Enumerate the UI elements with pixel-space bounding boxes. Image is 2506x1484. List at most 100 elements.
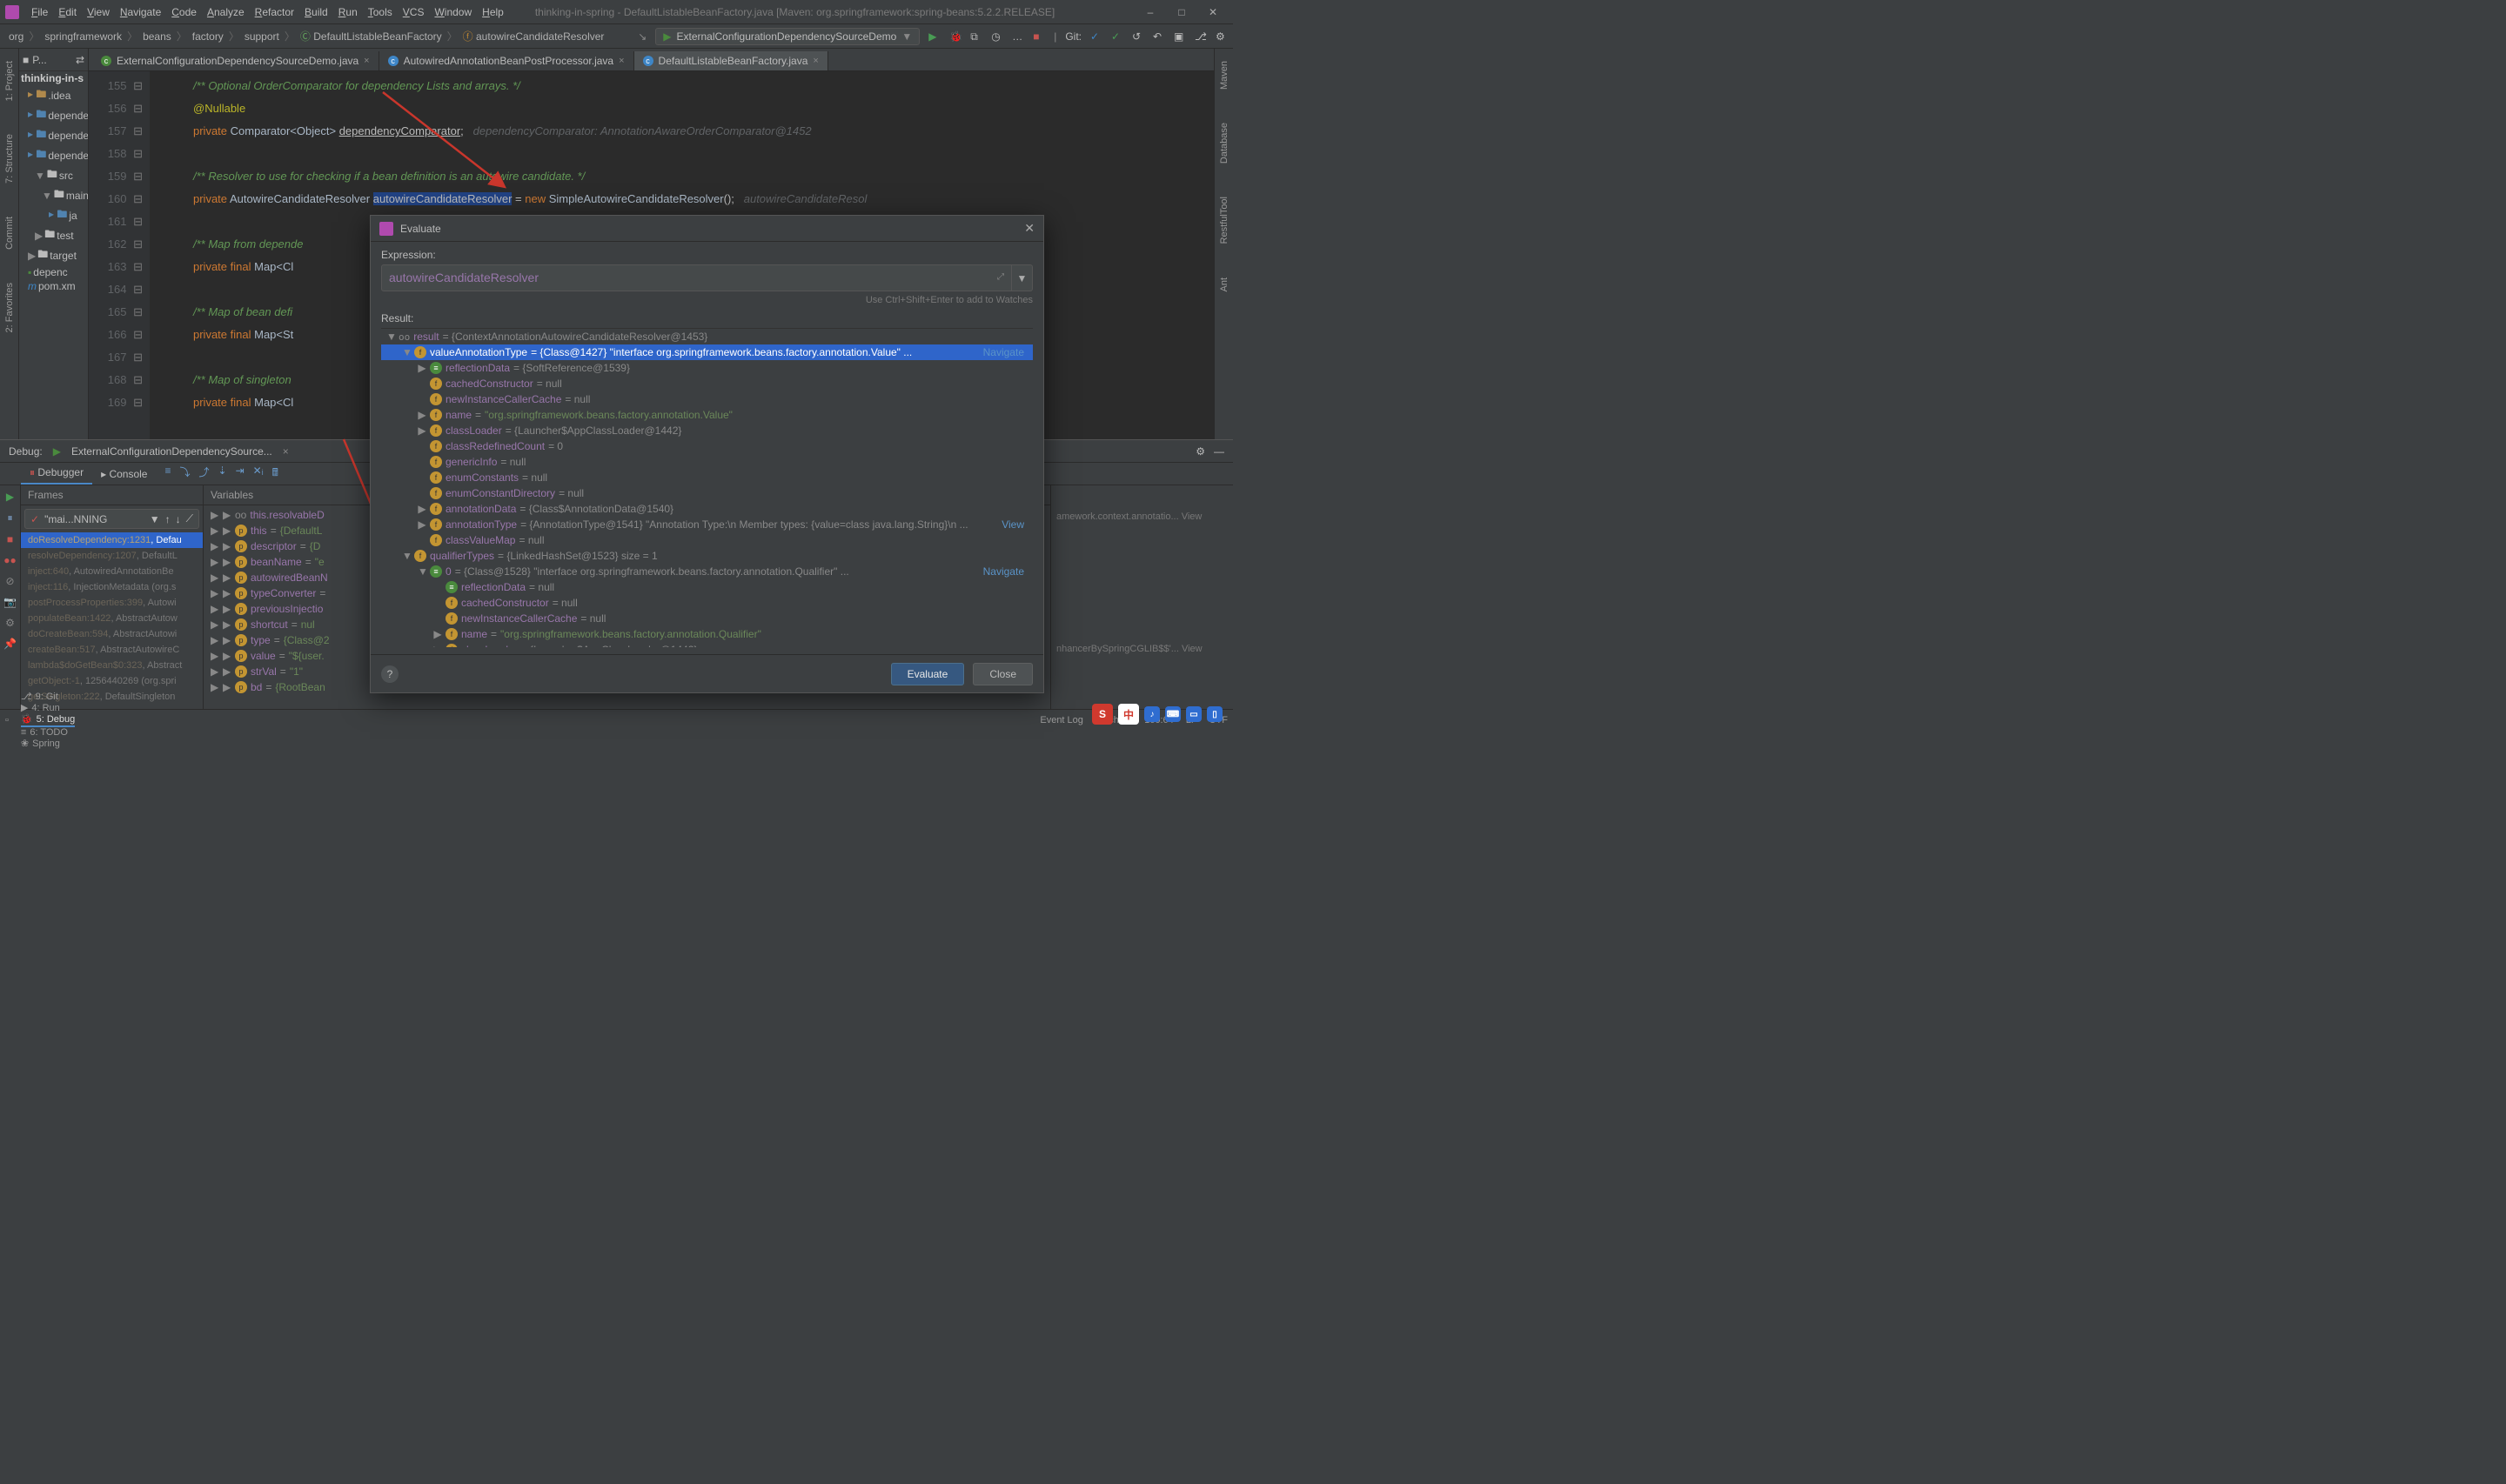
rail-7--structure[interactable]: 7: Structure <box>4 130 15 187</box>
menu-edit[interactable]: Edit <box>53 6 82 18</box>
stack-frame[interactable]: resolveDependency:1207, DefaultL <box>21 548 203 564</box>
tray-icon[interactable]: ♪ <box>1144 706 1160 722</box>
event-log[interactable]: Event Log <box>1040 715 1083 725</box>
result-node[interactable]: f classRedefinedCount = 0 <box>381 438 1033 454</box>
result-node[interactable]: f enumConstantDirectory = null <box>381 485 1033 501</box>
result-node[interactable]: f genericInfo = null <box>381 454 1033 470</box>
result-node[interactable]: ▶f annotationType = {AnnotationType@1541… <box>381 517 1033 532</box>
tree-row[interactable]: ▸ 🖿 ja <box>19 205 88 225</box>
debugger-tab[interactable]: ⏸ Debugger <box>21 463 92 485</box>
eval-icon[interactable]: 🖩 <box>272 465 278 483</box>
history-icon[interactable]: ▣ <box>1174 30 1186 43</box>
search-icon[interactable]: ⚙ <box>1216 30 1228 43</box>
result-node[interactable]: f classValueMap = null <box>381 532 1033 548</box>
status-spring[interactable]: ❀ Spring <box>21 738 75 749</box>
dialog-close-icon[interactable]: ✕ <box>1024 221 1035 236</box>
step-out-icon[interactable]: ⤴ <box>199 465 210 483</box>
menu-help[interactable]: Help <box>477 6 509 18</box>
attach-icon[interactable]: … <box>1012 30 1024 43</box>
stack-frame[interactable]: inject:116, InjectionMetadata (org.s <box>21 579 203 595</box>
status-4--run[interactable]: ▶ 4: Run <box>21 702 75 713</box>
rail-1--project[interactable]: 1: Project <box>4 57 15 104</box>
pin-icon[interactable]: 📌 <box>3 638 17 650</box>
breadcrumb[interactable]: beans <box>139 30 175 43</box>
stack-frame[interactable]: lambda$doGetBean$0:323, Abstract <box>21 658 203 673</box>
resume-icon[interactable]: ▶ <box>6 491 14 503</box>
result-node[interactable]: ▶f classLoader = {Launcher$AppClassLoade… <box>381 423 1033 438</box>
stack-frame[interactable]: getObject:-1, 1256440269 (org.spri <box>21 673 203 689</box>
rail-restfultool[interactable]: RestfulTool <box>1219 193 1230 247</box>
drop-frame-icon[interactable]: ✕ᵢ <box>253 465 264 483</box>
result-node[interactable]: f newInstanceCallerCache = null <box>381 611 1033 626</box>
force-step-icon[interactable]: ⇣ <box>218 465 227 483</box>
result-node[interactable]: f cachedConstructor = null <box>381 595 1033 611</box>
run-cursor-icon[interactable]: ⇥ <box>236 465 245 483</box>
tree-row[interactable]: ▸ 🖿 depende <box>19 105 88 125</box>
status-9--git[interactable]: ⎇ 9: Git <box>21 691 75 702</box>
mute-bp-icon[interactable]: ⊘ <box>5 575 14 587</box>
close-dialog-button[interactable]: Close <box>973 663 1033 685</box>
stack-frame[interactable]: inject:640, AutowiredAnnotationBe <box>21 564 203 579</box>
status-5--debug[interactable]: 🐞 5: Debug <box>21 713 75 727</box>
revert-icon[interactable]: ↶ <box>1153 30 1165 43</box>
minimize-button[interactable]: – <box>1144 6 1156 18</box>
breadcrumb[interactable]: factory <box>189 30 227 43</box>
result-node[interactable]: ▼f qualifierTypes = {LinkedHashSet@1523}… <box>381 548 1033 564</box>
result-node[interactable]: ≡ reflectionData = null <box>381 579 1033 595</box>
menu-navigate[interactable]: Navigate <box>115 6 166 18</box>
result-node[interactable]: ▶f name = "org.springframework.beans.fac… <box>381 407 1033 423</box>
project-tree[interactable]: ■P...⇄ thinking-in-s▸ 🖿 .idea▸ 🖿 depende… <box>19 49 89 439</box>
result-node[interactable]: ▼oo result = {ContextAnnotationAutowireC… <box>381 329 1033 344</box>
maximize-button[interactable]: □ <box>1176 6 1188 18</box>
update-icon[interactable]: ↺ <box>1132 30 1144 43</box>
tree-row[interactable]: ▶ 🖿 test <box>19 225 88 245</box>
profile-icon[interactable]: ◷ <box>991 30 1003 43</box>
evaluate-button[interactable]: Evaluate <box>891 663 965 685</box>
result-node[interactable]: ▶f name = "org.springframework.beans.fac… <box>381 626 1033 642</box>
menu-refactor[interactable]: Refactor <box>250 6 299 18</box>
tree-row[interactable]: ▸ 🖿 dependen <box>19 125 88 145</box>
rail-2--favorites[interactable]: 2: Favorites <box>4 279 15 336</box>
editor-tab[interactable]: cExternalConfigurationDependencySourceDe… <box>92 51 379 70</box>
result-node[interactable]: f enumConstants = null <box>381 470 1033 485</box>
get-thread-dump-icon[interactable]: 📷 <box>3 596 17 608</box>
menu-code[interactable]: Code <box>166 6 202 18</box>
stack-frame[interactable]: postProcessProperties:399, Autowi <box>21 595 203 611</box>
stack-frame[interactable]: createBean:517, AbstractAutowireC <box>21 642 203 658</box>
rail-maven[interactable]: Maven <box>1219 57 1230 93</box>
pause-icon[interactable]: ⏸ <box>7 511 12 525</box>
tree-row[interactable]: ▸ 🖿 dependen <box>19 145 88 165</box>
result-node[interactable]: f newInstanceCallerCache = null <box>381 391 1033 407</box>
breadcrumb[interactable]: support <box>241 30 283 43</box>
menu-view[interactable]: View <box>82 6 115 18</box>
debug-icon[interactable]: 🐞 <box>949 30 962 43</box>
stack-frame[interactable]: doResolveDependency:1231, Defau <box>21 532 203 548</box>
result-node[interactable]: f cachedConstructor = null <box>381 376 1033 391</box>
tree-row[interactable]: m pom.xm <box>19 279 88 293</box>
stack-frame[interactable]: doCreateBean:594, AbstractAutowi <box>21 626 203 642</box>
settings-icon[interactable]: ⚙ <box>5 617 15 629</box>
editor-tab[interactable]: cAutowiredAnnotationBeanPostProcessor.ja… <box>379 51 634 70</box>
rail-commit[interactable]: Commit <box>4 213 15 253</box>
rail-database[interactable]: Database <box>1219 119 1230 167</box>
tray-icon[interactable]: ▭ <box>1186 706 1202 722</box>
tray-icon[interactable]: ▯ <box>1207 706 1223 722</box>
breadcrumb[interactable]: springframework <box>41 30 125 43</box>
help-button[interactable]: ? <box>381 665 399 683</box>
run-icon[interactable]: ▶ <box>928 30 941 43</box>
menu-window[interactable]: Window <box>429 6 477 18</box>
stop-icon[interactable]: ■ <box>1033 30 1045 43</box>
tree-row[interactable]: ▪ depenc <box>19 265 88 279</box>
menu-vcs[interactable]: VCS <box>398 6 430 18</box>
result-node[interactable]: ▶≡ reflectionData = {SoftReference@1539} <box>381 360 1033 376</box>
stop-debug-icon[interactable]: ■ <box>7 533 13 545</box>
close-button[interactable]: ✕ <box>1207 6 1219 18</box>
result-node[interactable]: ▶f annotationData = {Class$AnnotationDat… <box>381 501 1033 517</box>
result-node[interactable]: ▶f classLoader = {Launcher$AppClassLoade… <box>381 642 1033 647</box>
tree-row[interactable]: thinking-in-s <box>19 71 88 85</box>
expression-history-dropdown[interactable]: ▼ <box>1012 264 1033 291</box>
push-icon[interactable]: ✓ <box>1111 30 1123 43</box>
ime-icon[interactable]: S <box>1092 704 1113 725</box>
commit-icon[interactable]: ✓ <box>1090 30 1102 43</box>
ime-lang[interactable]: 中 <box>1118 704 1139 725</box>
